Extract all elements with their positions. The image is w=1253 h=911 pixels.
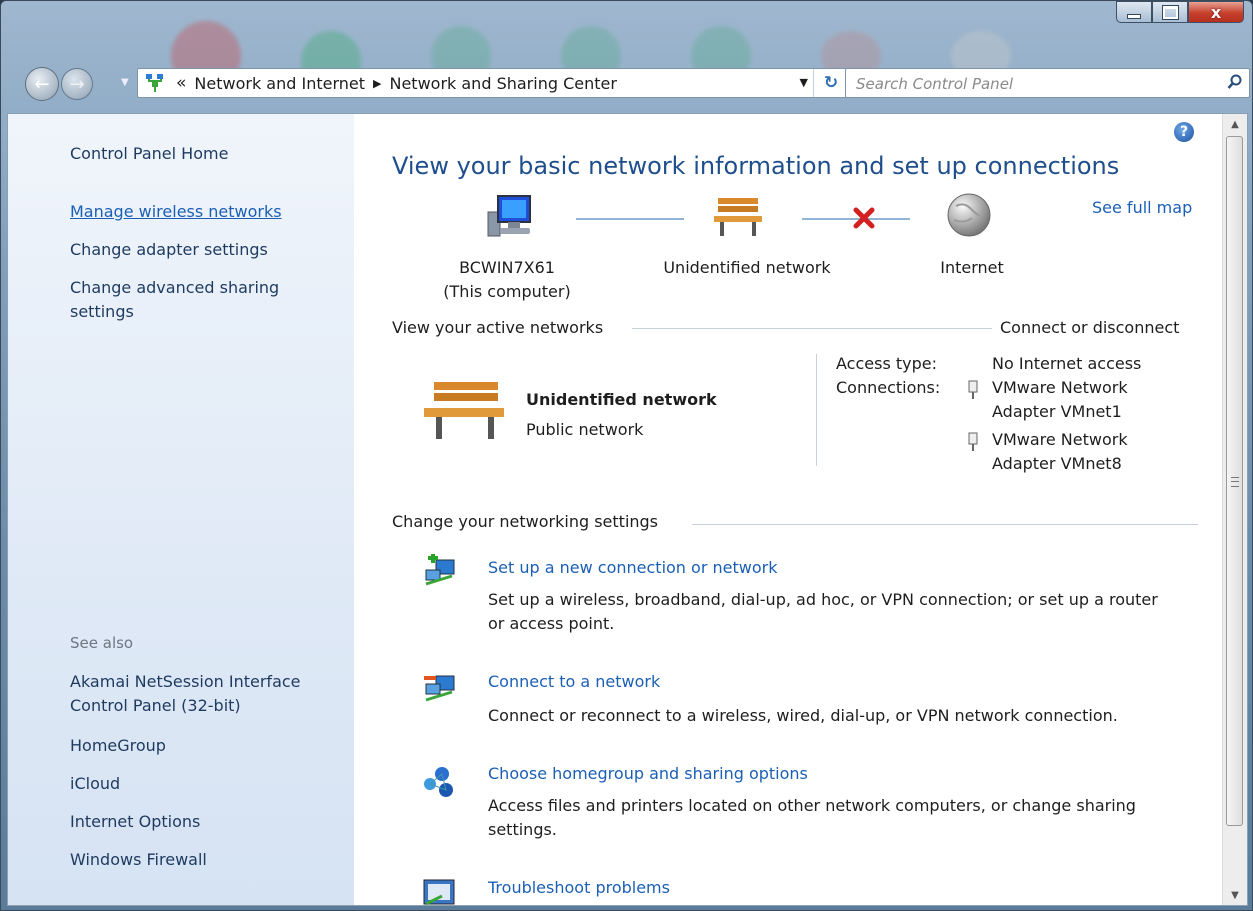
homegroup-icon xyxy=(424,767,453,797)
access-type-value: No Internet access xyxy=(992,354,1142,373)
maximize-button[interactable] xyxy=(1152,1,1188,23)
map-link-computer-network xyxy=(576,218,684,220)
breadcrumb-network-sharing-center[interactable]: Network and Sharing Center xyxy=(389,74,616,93)
scroll-up-arrow-icon[interactable]: ▲ xyxy=(1223,114,1247,134)
active-networks-rule xyxy=(632,328,992,329)
change-advanced-sharing-link[interactable]: Change advanced sharing settings xyxy=(70,276,330,324)
address-bar[interactable]: « Network and Internet ▶ Network and Sha… xyxy=(137,68,849,98)
new-connection-icon xyxy=(425,554,455,586)
task-connect-network-desc: Connect or reconnect to a wireless, wire… xyxy=(488,706,1118,725)
sidebar: Control Panel Home Manage wireless netwo… xyxy=(8,114,354,905)
task-homegroup-desc: Access files and printers located on oth… xyxy=(488,796,1136,839)
search-input[interactable] xyxy=(854,73,1198,95)
caption-buttons: x xyxy=(1116,1,1244,23)
computer-name-label: BCWIN7X61 xyxy=(459,258,555,277)
breadcrumb: « Network and Internet ▶ Network and Sha… xyxy=(166,73,617,93)
map-network-label: Unidentified network xyxy=(663,258,831,277)
disconnected-x-icon xyxy=(853,207,875,229)
maximize-icon xyxy=(1161,4,1179,20)
change-adapter-settings-link[interactable]: Change adapter settings xyxy=(70,238,268,262)
client-area: Control Panel Home Manage wireless netwo… xyxy=(7,113,1248,906)
manage-wireless-networks-link[interactable]: Manage wireless networks xyxy=(70,200,282,224)
recent-pages-dropdown[interactable]: ▼ xyxy=(121,77,129,88)
connect-network-icon xyxy=(424,675,455,702)
scrollbar-thumb[interactable] xyxy=(1226,136,1243,826)
close-icon: x xyxy=(1210,2,1222,22)
adapter-plug-icon xyxy=(968,432,978,451)
back-arrow-icon: ← xyxy=(34,73,50,95)
connection-vmnet1-link[interactable]: VMware Network Adapter VMnet1 xyxy=(992,376,1162,424)
see-also-akamai-link[interactable]: Akamai NetSession Interface Control Pane… xyxy=(70,670,340,718)
breadcrumb-separator-icon[interactable]: ▶ xyxy=(373,77,381,90)
close-button[interactable]: x xyxy=(1188,1,1244,23)
main-content: ? View your basic network information an… xyxy=(354,114,1224,906)
troubleshoot-icon xyxy=(423,879,455,906)
active-network-name: Unidentified network xyxy=(526,390,717,409)
task-connect-network-link[interactable]: Connect to a network xyxy=(488,672,660,691)
forward-button[interactable]: → xyxy=(61,68,93,100)
control-panel-home-link[interactable]: Control Panel Home xyxy=(70,142,228,166)
connect-or-disconnect-link[interactable]: Connect or disconnect xyxy=(1000,318,1179,337)
vertical-scrollbar[interactable]: ▲ ▼ xyxy=(1222,114,1247,905)
adapter-plug-icon xyxy=(968,380,978,399)
scroll-grip-icon xyxy=(1231,477,1239,487)
active-network-bench-icon xyxy=(424,382,504,439)
back-button[interactable]: ← xyxy=(25,67,59,101)
active-networks-heading: View your active networks xyxy=(392,318,604,337)
see-also-windows-firewall-link[interactable]: Windows Firewall xyxy=(70,848,207,872)
connection-vmnet8-link[interactable]: VMware Network Adapter VMnet8 xyxy=(992,428,1162,476)
task-new-connection-desc: Set up a wireless, broadband, dial-up, a… xyxy=(488,590,1158,633)
active-network-type-link[interactable]: Public network xyxy=(526,420,643,439)
see-full-map-link[interactable]: See full map xyxy=(1092,198,1192,217)
network-folder-icon xyxy=(144,72,166,94)
scroll-down-arrow-icon[interactable]: ▼ xyxy=(1223,885,1247,905)
forward-arrow-icon: → xyxy=(69,73,85,95)
navigation-bar: ← → ▼ « Network and Internet ▶ Network a… xyxy=(25,61,1250,105)
computer-icon xyxy=(487,195,531,237)
task-new-connection-link[interactable]: Set up a new connection or network xyxy=(488,558,777,577)
search-icon[interactable] xyxy=(1227,74,1243,90)
refresh-button[interactable]: ↻ xyxy=(813,69,848,97)
help-icon[interactable]: ? xyxy=(1174,122,1194,142)
change-settings-rule xyxy=(692,524,1198,525)
minimize-icon xyxy=(1127,13,1141,19)
task-troubleshoot-link[interactable]: Troubleshoot problems xyxy=(488,878,670,897)
computer-sub-label: (This computer) xyxy=(443,282,571,301)
search-box[interactable] xyxy=(845,68,1250,98)
task-homegroup-link[interactable]: Choose homegroup and sharing options xyxy=(488,764,808,783)
refresh-icon: ↻ xyxy=(823,73,839,93)
access-type-label: Access type: xyxy=(836,354,937,373)
breadcrumb-overflow[interactable]: « xyxy=(176,73,186,93)
internet-globe-icon xyxy=(947,193,991,237)
see-also-internet-options-link[interactable]: Internet Options xyxy=(70,810,200,834)
address-dropdown-icon[interactable]: ▼ xyxy=(800,76,808,89)
page-title: View your basic network information and … xyxy=(392,152,1120,180)
change-settings-heading: Change your networking settings xyxy=(392,512,659,531)
bench-network-icon xyxy=(714,198,762,236)
internet-label: Internet xyxy=(940,258,1004,277)
see-also-icloud-link[interactable]: iCloud xyxy=(70,772,120,796)
connections-label: Connections: xyxy=(836,378,941,397)
breadcrumb-network-and-internet[interactable]: Network and Internet xyxy=(194,74,365,93)
window: x ← → ▼ « Network and Internet ▶ Network… xyxy=(0,0,1253,911)
active-networks-divider xyxy=(816,354,817,466)
minimize-button[interactable] xyxy=(1116,1,1152,23)
see-also-homegroup-link[interactable]: HomeGroup xyxy=(70,734,166,758)
see-also-heading: See also xyxy=(70,634,134,652)
